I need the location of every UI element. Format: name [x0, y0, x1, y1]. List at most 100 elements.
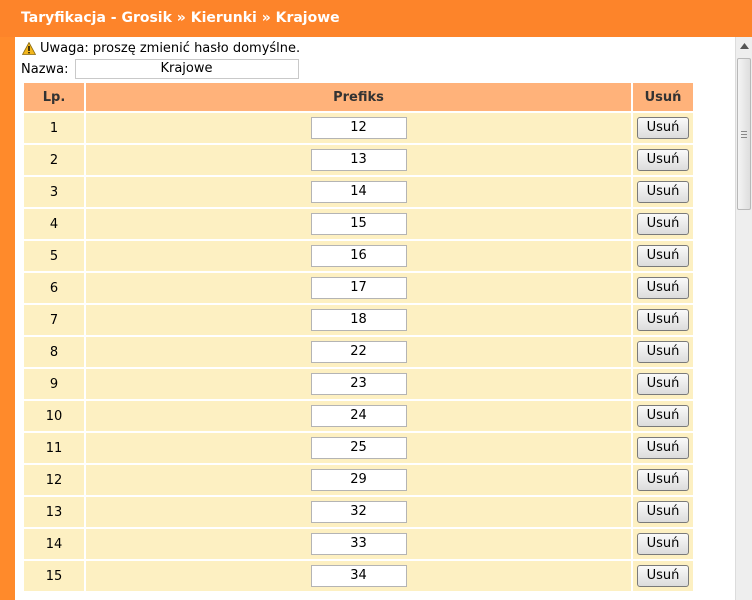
prefix-input[interactable]: 12 [310, 117, 407, 139]
warning-text: Uwaga: proszę zmienić hasło domyślne. [40, 40, 301, 56]
prefix-cell: 29 [86, 465, 631, 495]
delete-cell: Usuń [633, 561, 693, 591]
prefix-input[interactable]: 14 [310, 181, 407, 203]
name-input[interactable]: Krajowe [74, 59, 299, 79]
delete-button[interactable]: Usuń [637, 373, 689, 395]
row-number: 12 [24, 465, 84, 495]
delete-cell: Usuń [633, 209, 693, 239]
prefix-cell: 14 [86, 177, 631, 207]
delete-button[interactable]: Usuń [637, 469, 689, 491]
delete-button[interactable]: Usuń [637, 437, 689, 459]
prefix-input[interactable]: 17 [310, 277, 407, 299]
scroll-thumb[interactable] [737, 58, 751, 210]
prefix-cell: 17 [86, 273, 631, 303]
table-row: 5 16 Usuń [24, 241, 693, 271]
prefix-cell: 34 [86, 561, 631, 591]
column-header-delete: Usuń [633, 83, 693, 111]
table-row: 6 17 Usuń [24, 273, 693, 303]
delete-cell: Usuń [633, 337, 693, 367]
delete-cell: Usuń [633, 433, 693, 463]
scroll-up-arrow-icon[interactable] [736, 37, 752, 54]
row-number: 14 [24, 529, 84, 559]
warning-icon [21, 41, 37, 55]
table-row: 7 18 Usuń [24, 305, 693, 335]
table-header-row: Lp. Prefiks Usuń [24, 83, 693, 111]
table-row: 11 25 Usuń [24, 433, 693, 463]
prefix-cell: 25 [86, 433, 631, 463]
prefix-input[interactable]: 22 [310, 341, 407, 363]
delete-cell: Usuń [633, 305, 693, 335]
delete-button[interactable]: Usuń [637, 149, 689, 171]
main-content: Uwaga: proszę zmienić hasło domyślne. Na… [15, 37, 752, 600]
delete-button[interactable]: Usuń [637, 309, 689, 331]
delete-cell: Usuń [633, 529, 693, 559]
row-number: 5 [24, 241, 84, 271]
delete-button[interactable]: Usuń [637, 501, 689, 523]
column-header-lp: Lp. [24, 83, 84, 111]
vertical-scrollbar[interactable] [735, 37, 752, 600]
prefix-input[interactable]: 25 [310, 437, 407, 459]
delete-cell: Usuń [633, 369, 693, 399]
prefix-cell: 16 [86, 241, 631, 271]
table-row: 1 12 Usuń [24, 113, 693, 143]
table-row: 2 13 Usuń [24, 145, 693, 175]
delete-button[interactable]: Usuń [637, 277, 689, 299]
prefix-input[interactable]: 16 [310, 245, 407, 267]
prefix-input[interactable]: 13 [310, 149, 407, 171]
prefix-input[interactable]: 32 [310, 501, 407, 523]
prefix-input[interactable]: 34 [310, 565, 407, 587]
row-number: 13 [24, 497, 84, 527]
prefix-input[interactable]: 23 [310, 373, 407, 395]
delete-button[interactable]: Usuń [637, 405, 689, 427]
prefix-cell: 32 [86, 497, 631, 527]
prefix-input[interactable]: 15 [310, 213, 407, 235]
delete-button[interactable]: Usuń [637, 245, 689, 267]
page-title-bar: Taryfikacja - Grosik » Kierunki » Krajow… [0, 0, 752, 37]
delete-button[interactable]: Usuń [637, 341, 689, 363]
row-number: 1 [24, 113, 84, 143]
table-row: 8 22 Usuń [24, 337, 693, 367]
delete-cell: Usuń [633, 145, 693, 175]
row-number: 9 [24, 369, 84, 399]
delete-button[interactable]: Usuń [637, 213, 689, 235]
row-number: 3 [24, 177, 84, 207]
table-row: 9 23 Usuń [24, 369, 693, 399]
breadcrumb-separator: » [176, 10, 186, 26]
row-number: 11 [24, 433, 84, 463]
delete-cell: Usuń [633, 113, 693, 143]
delete-button[interactable]: Usuń [637, 181, 689, 203]
table-row: 10 24 Usuń [24, 401, 693, 431]
delete-cell: Usuń [633, 465, 693, 495]
row-number: 7 [24, 305, 84, 335]
prefix-cell: 24 [86, 401, 631, 431]
row-number: 4 [24, 209, 84, 239]
row-number: 2 [24, 145, 84, 175]
breadcrumb-item-kierunki: Kierunki [190, 10, 257, 26]
table-row: 4 15 Usuń [24, 209, 693, 239]
delete-cell: Usuń [633, 273, 693, 303]
prefix-input[interactable]: 29 [310, 469, 407, 491]
delete-button[interactable]: Usuń [637, 533, 689, 555]
breadcrumb-separator: » [261, 10, 271, 26]
column-header-prefix: Prefiks [86, 83, 631, 111]
prefix-cell: 22 [86, 337, 631, 367]
delete-button[interactable]: Usuń [637, 117, 689, 139]
prefix-input[interactable]: 24 [310, 405, 407, 427]
delete-button[interactable]: Usuń [637, 565, 689, 587]
name-label: Nazwa: [21, 61, 69, 77]
prefix-input[interactable]: 18 [310, 309, 407, 331]
delete-cell: Usuń [633, 241, 693, 271]
prefix-input[interactable]: 33 [310, 533, 407, 555]
row-number: 10 [24, 401, 84, 431]
row-number: 15 [24, 561, 84, 591]
delete-cell: Usuń [633, 401, 693, 431]
prefix-cell: 12 [86, 113, 631, 143]
prefix-cell: 15 [86, 209, 631, 239]
prefix-cell: 13 [86, 145, 631, 175]
row-number: 6 [24, 273, 84, 303]
password-warning: Uwaga: proszę zmienić hasło domyślne. [21, 40, 301, 56]
delete-cell: Usuń [633, 497, 693, 527]
table-row: 3 14 Usuń [24, 177, 693, 207]
table-row: 13 32 Usuń [24, 497, 693, 527]
prefix-cell: 23 [86, 369, 631, 399]
